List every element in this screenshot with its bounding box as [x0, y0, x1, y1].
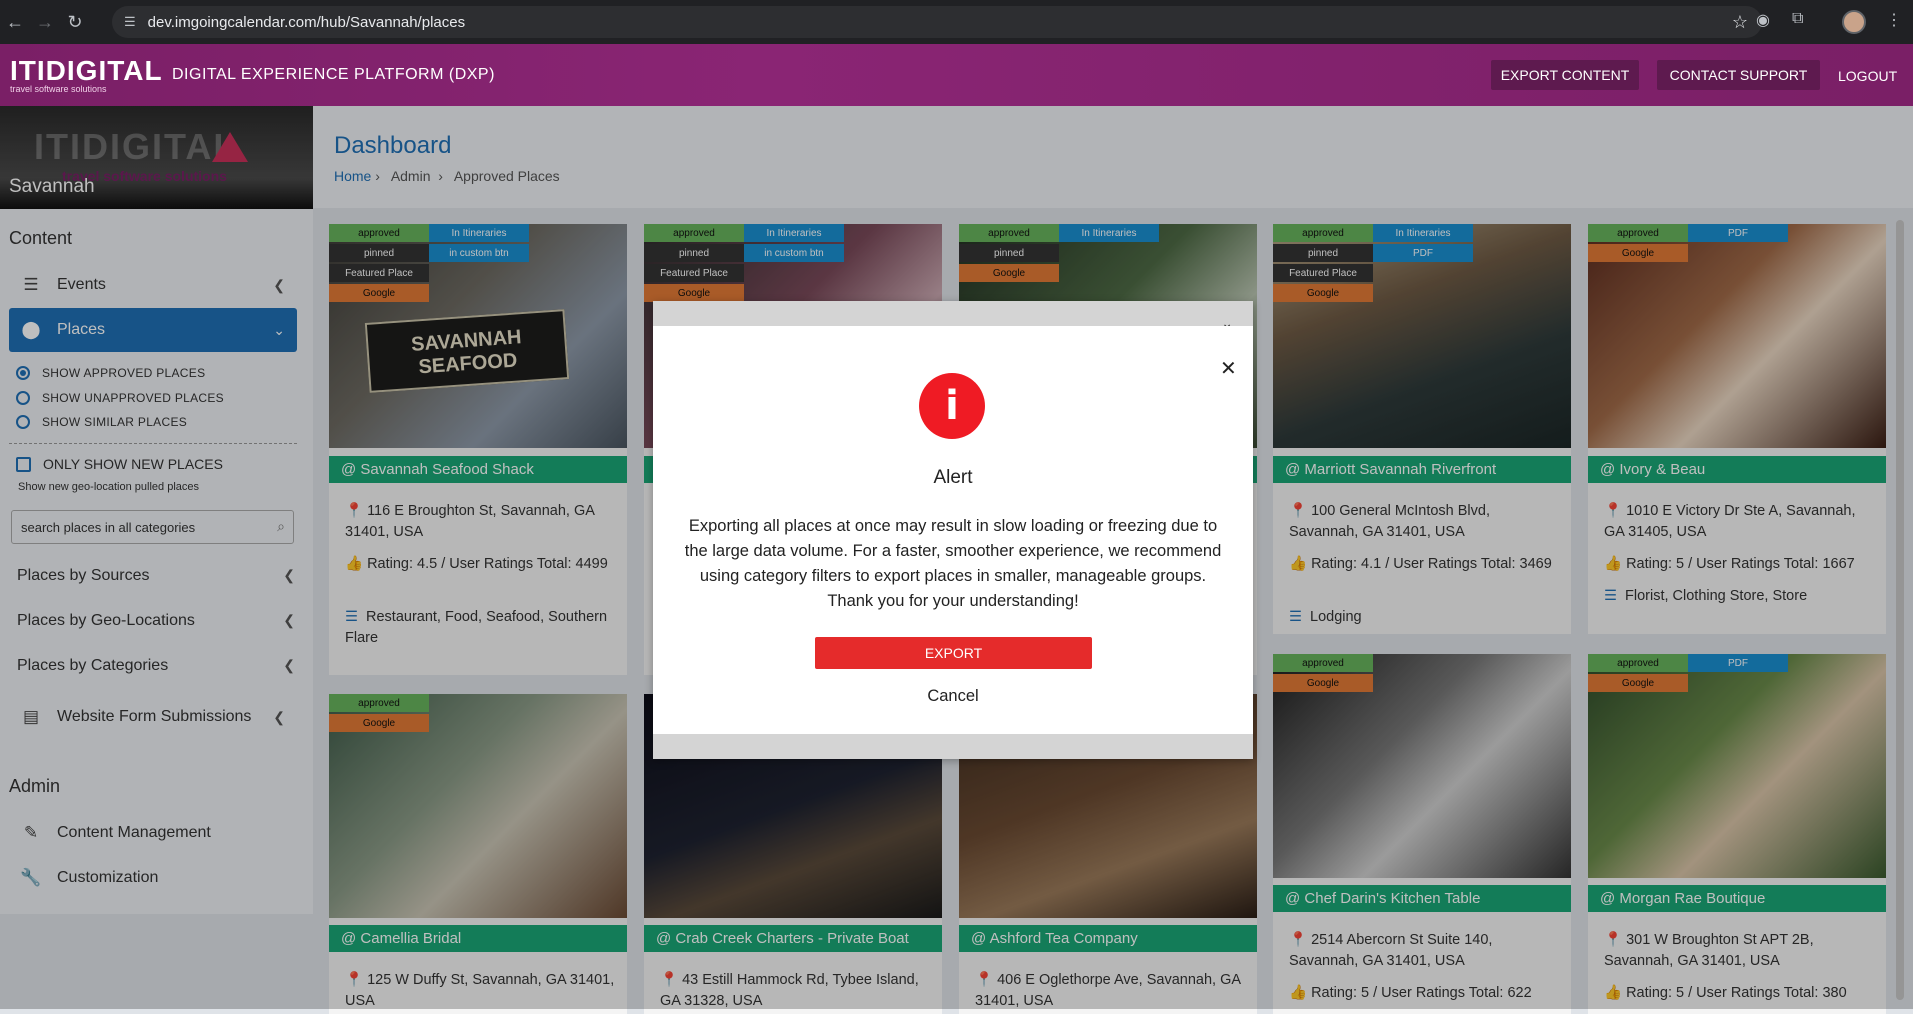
dialog-title: Alert — [933, 467, 973, 488]
browser-toolbar: ← → ↻ ☰ dev.imgoingcalendar.com/hub/Sava… — [0, 0, 1913, 44]
reload-icon[interactable]: ↻ — [60, 12, 90, 33]
info-icon: i — [919, 373, 985, 439]
contact-support-button[interactable]: CONTACT SUPPORT — [1657, 60, 1820, 90]
logout-link[interactable]: LOGOUT — [1838, 68, 1897, 84]
camera-icon[interactable]: ◉ — [1756, 10, 1770, 30]
export-content-button[interactable]: EXPORT CONTENT — [1491, 60, 1639, 90]
dialog-message: Exporting all places at once may result … — [684, 517, 1222, 610]
close-icon[interactable]: ✕ — [1220, 356, 1237, 381]
export-button[interactable]: EXPORT — [815, 637, 1092, 669]
forward-icon[interactable]: → — [30, 12, 60, 33]
profile-avatar[interactable] — [1842, 10, 1866, 34]
back-icon[interactable]: ← — [0, 12, 30, 33]
platform-title: DIGITAL EXPERIENCE PLATFORM (DXP) — [172, 66, 495, 83]
address-bar[interactable]: ☰ dev.imgoingcalendar.com/hub/Savannah/p… — [112, 6, 1762, 38]
extensions-icon[interactable]: ⧉ — [1792, 10, 1803, 28]
bookmark-star-icon[interactable]: ☆ — [1732, 12, 1748, 33]
brand-logo[interactable]: ITIDIGITAL travel software solutions — [10, 57, 163, 95]
url-text: dev.imgoingcalendar.com/hub/Savannah/pla… — [147, 13, 466, 31]
menu-kebab-icon[interactable]: ⋮ — [1886, 10, 1902, 30]
alert-dialog: ✕ i Alert Exporting all places at once m… — [653, 326, 1253, 734]
cancel-button[interactable]: Cancel — [653, 687, 1253, 706]
app-header: ITIDIGITAL travel software solutions DIG… — [0, 44, 1913, 106]
site-info-icon[interactable]: ☰ — [124, 14, 136, 30]
